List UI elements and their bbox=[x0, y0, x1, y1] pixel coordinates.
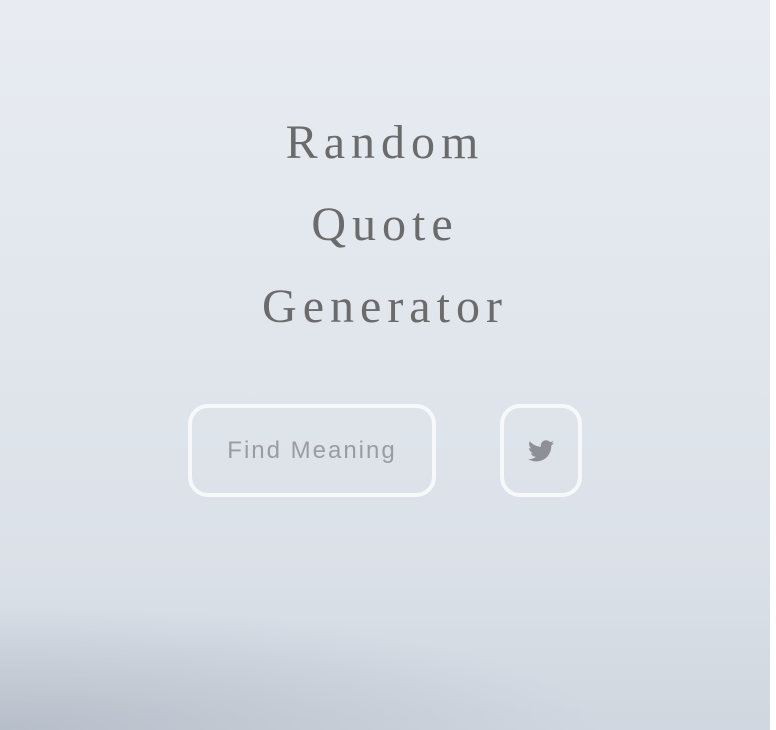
background-shade bbox=[0, 570, 770, 730]
title-line-random: Random bbox=[285, 116, 485, 169]
twitter-icon bbox=[528, 439, 554, 462]
find-meaning-label: Find Meaning bbox=[227, 436, 397, 464]
tweet-button[interactable] bbox=[500, 404, 582, 497]
find-meaning-button[interactable]: Find Meaning bbox=[188, 404, 436, 497]
page-title: Random Quote Generator bbox=[0, 102, 770, 348]
title-line-quote: Quote bbox=[311, 198, 459, 251]
title-line-generator: Generator bbox=[262, 280, 508, 333]
page-background: Random Quote Generator Find Meaning bbox=[0, 0, 770, 730]
